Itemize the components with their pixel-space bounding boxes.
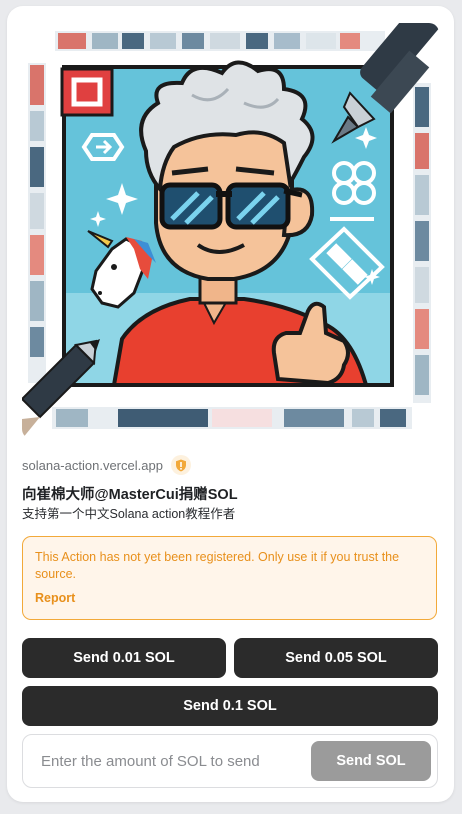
action-title: 向崔棉大师@MasterCui捐赠SOL (22, 487, 238, 503)
warning-message: This Action has not yet been registered.… (35, 550, 400, 581)
report-link[interactable]: Report (35, 591, 424, 605)
shield-warning-icon[interactable] (170, 455, 191, 475)
unregistered-warning: This Action has not yet been registered.… (22, 536, 437, 620)
action-description: 支持第一个中文Solana action教程作者 (22, 507, 236, 521)
blink-card: solana-action.vercel.app 向崔棉大师@MasterCui… (7, 6, 454, 802)
action-image (22, 23, 439, 439)
send-sol-button[interactable]: Send SOL (311, 741, 431, 781)
shield-warning-icon-glyph (175, 459, 186, 471)
sol-amount-input[interactable] (39, 751, 311, 771)
logo-square-icon (60, 67, 114, 117)
send-0-1-sol-button[interactable]: Send 0.1 SOL (22, 686, 438, 726)
meta-row: solana-action.vercel.app (22, 455, 191, 475)
custom-amount-form: Send SOL (22, 734, 438, 788)
send-0-01-sol-button[interactable]: Send 0.01 SOL (22, 638, 226, 678)
avatar-illustration (22, 23, 439, 439)
domain-link[interactable]: solana-action.vercel.app (22, 458, 163, 473)
sunglasses (159, 182, 303, 230)
send-0-05-sol-button[interactable]: Send 0.05 SOL (234, 638, 438, 678)
